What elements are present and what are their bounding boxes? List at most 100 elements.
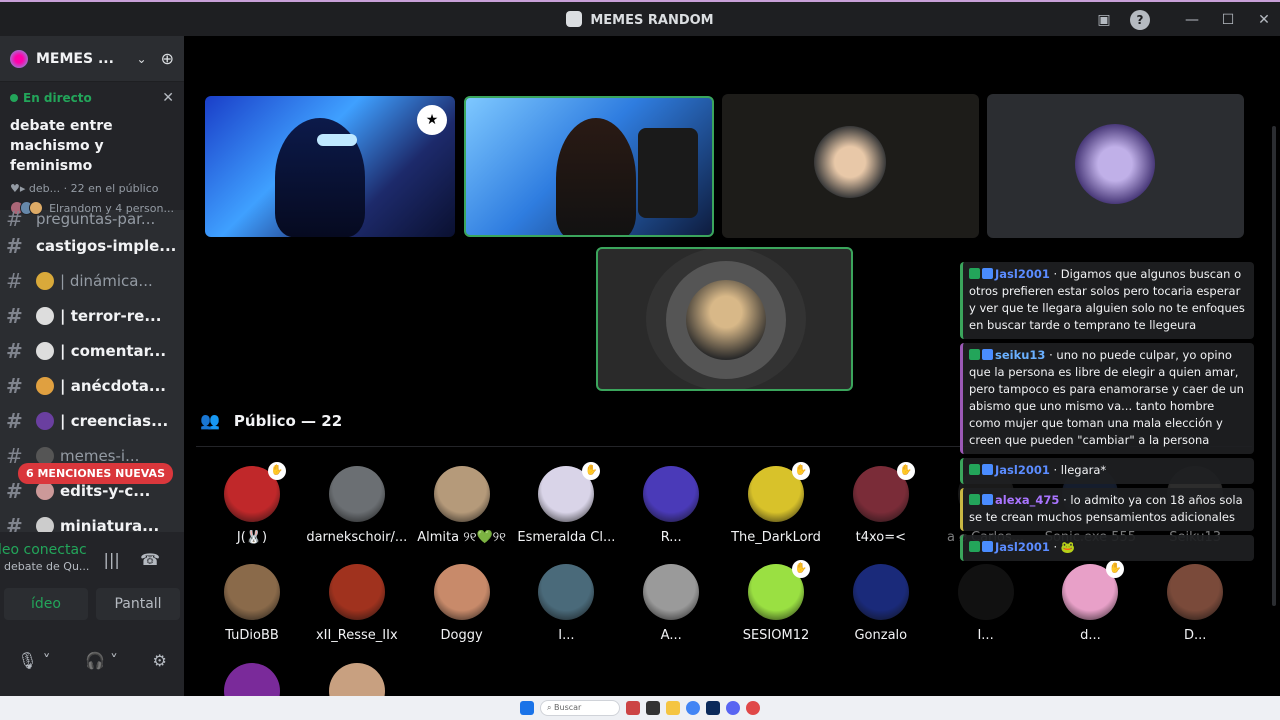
speaker-figure — [556, 118, 636, 235]
gear-icon[interactable]: ⚙ — [152, 651, 166, 670]
video-tile[interactable]: ★ — [205, 96, 455, 237]
kick-badge-icon — [969, 349, 980, 360]
channel-item[interactable]: # | anécdota... — [6, 368, 178, 403]
channel-item[interactable]: # | creencias... — [6, 403, 178, 438]
hashtag-icon: # — [6, 303, 23, 328]
chat-message: Jasl2001 · 🐸 — [960, 535, 1254, 561]
app-icon[interactable] — [626, 701, 640, 715]
avatar — [433, 564, 490, 620]
microphone-icon[interactable]: 🎙 ˅ — [17, 651, 50, 670]
new-mentions-badge[interactable]: 6 MENCIONES NUEVAS — [18, 463, 173, 484]
channel-item[interactable]: # castigos-imple... — [6, 228, 178, 263]
live-stage-card[interactable]: En directo ✕ debate entre machismo y fem… — [0, 82, 184, 215]
screen-share-button[interactable]: Pantall — [96, 588, 180, 620]
voice-panel: leo conectac debate de Qu... ||| ☎ ídeo … — [0, 532, 184, 696]
audience-member[interactable]: ✋ t4xo=< — [829, 462, 933, 545]
chat-username[interactable]: seiku13 — [995, 348, 1045, 362]
chrome-icon[interactable] — [686, 701, 700, 715]
chat-text: · llegara* — [1049, 463, 1107, 477]
chevron-down-icon[interactable]: ⌄ — [137, 52, 147, 66]
app-icon[interactable] — [746, 701, 760, 715]
photoshop-icon[interactable] — [706, 701, 720, 715]
avatar — [957, 564, 1014, 620]
close-icon[interactable]: ✕ — [162, 90, 174, 106]
discord-taskbar-icon[interactable] — [726, 701, 740, 715]
avatar: ✋ — [748, 560, 810, 620]
kick-badge-icon — [969, 464, 980, 475]
sub-badge-icon — [982, 464, 993, 475]
audience-member[interactable]: ✋ J(🐰) — [200, 462, 304, 545]
avatar — [1075, 124, 1155, 204]
sub-badge-icon — [982, 349, 993, 360]
avatar: ✋ — [748, 462, 810, 522]
audience-member[interactable]: darnekschoir/... — [305, 466, 409, 545]
voice-controls: ||| ☎ — [104, 550, 160, 569]
audience-member[interactable]: ✋ The_DarkLord — [724, 462, 828, 545]
channel-item[interactable]: # | dinámica... — [6, 263, 178, 298]
server-name: MEMES ... — [36, 50, 114, 67]
app-icon[interactable] — [646, 701, 660, 715]
audience-name: TuDioBB — [225, 628, 279, 643]
audience-member[interactable]: xII_Resse_IIx — [305, 564, 409, 643]
audience-name: J(🐰) — [236, 530, 268, 545]
chat-username[interactable]: alexa_475 — [995, 493, 1059, 507]
chat-message: alexa_475 · lo admito ya con 18 años sol… — [960, 488, 1254, 531]
chat-username[interactable]: Jasl2001 — [995, 540, 1050, 554]
noise-suppression-icon[interactable]: ||| — [104, 550, 120, 569]
audience-member[interactable]: ✋ SESIOM12 — [724, 560, 828, 643]
channel-item[interactable]: # | terror-re... — [6, 298, 178, 333]
audience-name: D... — [1183, 628, 1207, 643]
headphones-icon[interactable]: 🎧 ˅ — [85, 651, 118, 670]
inbox-icon[interactable]: ▣ — [1094, 10, 1114, 30]
title-bar: MEMES RANDOM ▣ ? — ☐ ✕ — [0, 0, 1280, 36]
audience-member[interactable] — [200, 663, 304, 696]
audience-member[interactable]: A... — [619, 564, 723, 643]
avatar-tile[interactable] — [987, 94, 1244, 238]
audience-member[interactable] — [305, 663, 409, 696]
avatar-tile[interactable] — [722, 94, 979, 238]
minimize-button[interactable]: — — [1182, 10, 1202, 30]
chat-text: · uno no puede culpar, yo opino que la p… — [969, 348, 1244, 447]
emoji-icon — [36, 306, 54, 325]
audience-member[interactable]: R... — [619, 466, 723, 545]
help-icon[interactable]: ? — [1130, 10, 1150, 30]
audience-member[interactable]: I... — [934, 564, 1038, 643]
taskbar-search[interactable]: ⌕ Buscar — [540, 700, 620, 716]
stage-title: debate entre machismo y feminismo — [10, 118, 113, 174]
close-button[interactable]: ✕ — [1254, 10, 1274, 30]
chat-username[interactable]: Jasl2001 — [995, 267, 1050, 281]
os-taskbar: ⌕ Buscar — [0, 696, 1280, 720]
audience-member[interactable]: I... — [514, 564, 618, 643]
audience-name: Gonzalo — [854, 628, 908, 643]
server-icon — [10, 49, 28, 68]
server-header[interactable]: MEMES ... ⌄ ⊕ — [0, 36, 184, 82]
windows-start-icon[interactable] — [520, 701, 534, 715]
video-tile[interactable] — [464, 96, 714, 237]
audience-member[interactable]: TuDioBB — [200, 564, 304, 643]
channel-item[interactable]: # | comentar... — [6, 333, 178, 368]
avatar-tile[interactable] — [596, 247, 853, 391]
hashtag-icon: # — [6, 338, 23, 363]
file-explorer-icon[interactable] — [666, 701, 680, 715]
sub-badge-icon — [982, 494, 993, 505]
chat-message: Jasl2001 · llegara* — [960, 458, 1254, 484]
audience-member[interactable]: ✋ Esmeralda Cl... — [514, 462, 618, 545]
avatar — [643, 466, 700, 522]
chat-username[interactable]: Jasl2001 — [995, 463, 1050, 477]
audience-member[interactable]: Gonzalo — [829, 564, 933, 643]
audience-member[interactable]: ✋ d... — [1038, 560, 1142, 643]
audience-name: xII_Resse_IIx — [315, 628, 398, 643]
scrollbar[interactable] — [1272, 126, 1276, 606]
invite-people-icon[interactable]: ⊕ — [161, 49, 174, 68]
audience-member[interactable]: Almita ୨୧💚୨୧ — [410, 466, 514, 545]
disconnect-icon[interactable]: ☎ — [140, 550, 160, 569]
audience-name: I... — [977, 628, 994, 643]
video-button[interactable]: ídeo — [4, 588, 88, 620]
audience-member[interactable]: Doggy — [410, 564, 514, 643]
channel-name: | dinámica... — [60, 271, 153, 290]
maximize-button[interactable]: ☐ — [1218, 10, 1238, 30]
emoji-icon — [36, 481, 54, 500]
audience-member[interactable]: D... — [1143, 564, 1247, 643]
heart-icon: ♥▸ — [10, 182, 29, 195]
audience-name: The_DarkLord — [731, 530, 821, 545]
